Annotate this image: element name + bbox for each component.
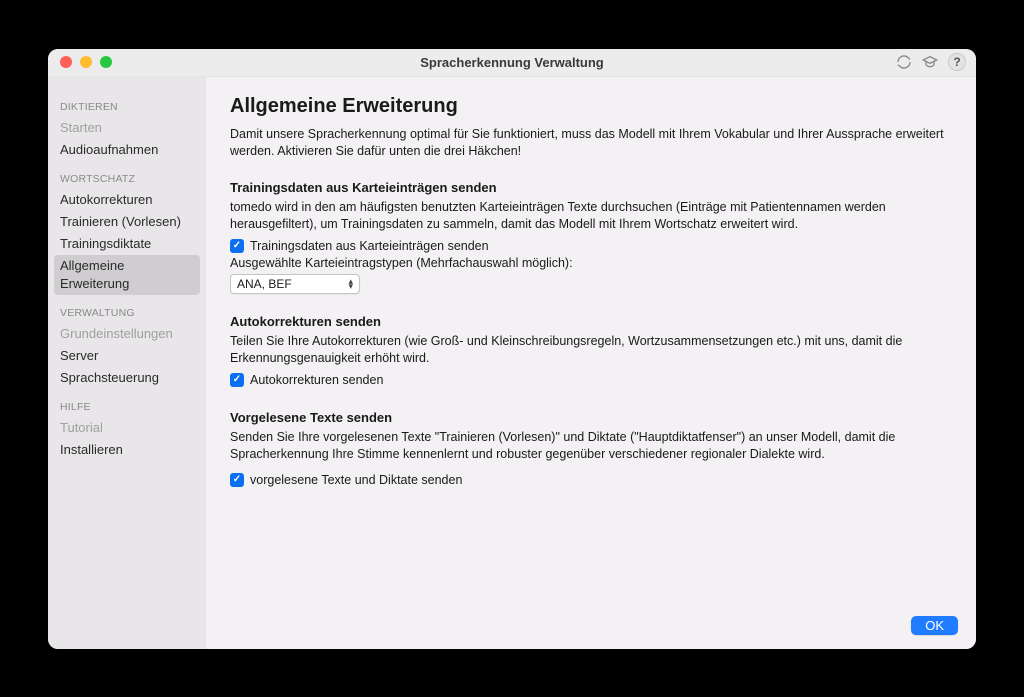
graduation-cap-icon[interactable] bbox=[922, 54, 938, 70]
section-trainingsdaten: Trainingsdaten aus Karteieinträgen sende… bbox=[230, 174, 952, 294]
section3-check-row: ✓ vorgelesene Texte und Diktate senden bbox=[230, 473, 952, 487]
chevron-updown-icon: ▴▾ bbox=[348, 279, 353, 289]
sidebar-item-starten[interactable]: Starten bbox=[48, 117, 206, 139]
checkbox-autokorrekturen-label: Autokorrekturen senden bbox=[250, 373, 383, 387]
sidebar-item-trainingsdiktate[interactable]: Trainingsdiktate bbox=[48, 233, 206, 255]
help-icon[interactable]: ? bbox=[948, 53, 966, 71]
section3-title: Vorgelesene Texte senden bbox=[230, 410, 952, 425]
window-body: DIKTIEREN Starten Audioaufnahmen WORTSCH… bbox=[48, 77, 976, 649]
close-icon[interactable] bbox=[60, 56, 72, 68]
sidebar-item-allgemeine-erweiterung[interactable]: Allgemeine Erweiterung bbox=[54, 255, 200, 295]
checkbox-vorgelesene-label: vorgelesene Texte und Diktate senden bbox=[250, 473, 462, 487]
sidebar-item-audioaufnahmen[interactable]: Audioaufnahmen bbox=[48, 139, 206, 161]
sidebar-item-installieren[interactable]: Installieren bbox=[48, 439, 206, 461]
intro-text: Damit unsere Spracherkennung optimal für… bbox=[230, 126, 952, 160]
checkbox-trainingsdaten[interactable]: ✓ bbox=[230, 239, 244, 253]
ok-button[interactable]: OK bbox=[911, 616, 958, 635]
checkbox-vorgelesene[interactable]: ✓ bbox=[230, 473, 244, 487]
select-value: ANA, BEF bbox=[237, 277, 292, 291]
minimize-icon[interactable] bbox=[80, 56, 92, 68]
sidebar-item-sprachsteuerung[interactable]: Sprachsteuerung bbox=[48, 367, 206, 389]
section2-desc: Teilen Sie Ihre Autokorrekturen (wie Gro… bbox=[230, 333, 952, 367]
section-vorgelesene: Vorgelesene Texte senden Senden Sie Ihre… bbox=[230, 404, 952, 490]
section-autokorrekturen: Autokorrekturen senden Teilen Sie Ihre A… bbox=[230, 308, 952, 390]
section1-check-row: ✓ Trainingsdaten aus Karteieinträgen sen… bbox=[230, 239, 952, 253]
sidebar-section-diktieren: DIKTIEREN bbox=[48, 89, 206, 117]
section1-subtext: Ausgewählte Karteieintragstypen (Mehrfac… bbox=[230, 256, 952, 270]
checkbox-autokorrekturen[interactable]: ✓ bbox=[230, 373, 244, 387]
section2-check-row: ✓ Autokorrekturen senden bbox=[230, 373, 952, 387]
refresh-icon[interactable] bbox=[896, 54, 912, 70]
main-content: Allgemeine Erweiterung Damit unsere Spra… bbox=[206, 77, 976, 649]
sidebar-section-verwaltung: VERWALTUNG bbox=[48, 295, 206, 323]
section3-desc: Senden Sie Ihre vorgelesenen Texte "Trai… bbox=[230, 429, 952, 463]
app-window: Spracherkennung Verwaltung ? DIKTIEREN S… bbox=[48, 49, 976, 649]
titlebar-icons: ? bbox=[896, 53, 966, 71]
sidebar: DIKTIEREN Starten Audioaufnahmen WORTSCH… bbox=[48, 77, 206, 649]
sidebar-item-autokorrekturen[interactable]: Autokorrekturen bbox=[48, 189, 206, 211]
maximize-icon[interactable] bbox=[100, 56, 112, 68]
traffic-lights bbox=[60, 56, 112, 68]
section2-title: Autokorrekturen senden bbox=[230, 314, 952, 329]
karteieintragstypen-select[interactable]: ANA, BEF ▴▾ bbox=[230, 274, 360, 294]
sidebar-item-grundeinstellungen[interactable]: Grundeinstellungen bbox=[48, 323, 206, 345]
window-title: Spracherkennung Verwaltung bbox=[58, 55, 966, 70]
page-heading: Allgemeine Erweiterung bbox=[230, 95, 952, 118]
section1-desc: tomedo wird in den am häufigsten benutzt… bbox=[230, 199, 952, 233]
sidebar-section-wortschatz: WORTSCHATZ bbox=[48, 161, 206, 189]
section1-title: Trainingsdaten aus Karteieinträgen sende… bbox=[230, 180, 952, 195]
checkbox-trainingsdaten-label: Trainingsdaten aus Karteieinträgen sende… bbox=[250, 239, 489, 253]
sidebar-item-trainieren-vorlesen[interactable]: Trainieren (Vorlesen) bbox=[48, 211, 206, 233]
sidebar-item-server[interactable]: Server bbox=[48, 345, 206, 367]
titlebar: Spracherkennung Verwaltung ? bbox=[48, 49, 976, 77]
sidebar-item-tutorial[interactable]: Tutorial bbox=[48, 417, 206, 439]
footer: OK bbox=[911, 616, 958, 635]
sidebar-section-hilfe: HILFE bbox=[48, 389, 206, 417]
